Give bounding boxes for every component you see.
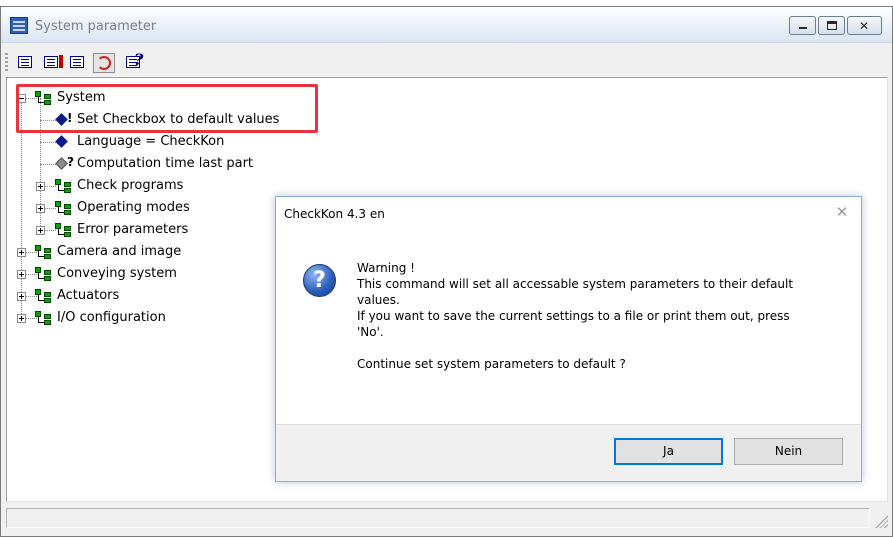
no-button[interactable]: Nein: [734, 438, 843, 465]
parameter-group-icon: [55, 223, 73, 237]
toolbar-grip[interactable]: [5, 53, 8, 71]
dialog-title: CheckKon 4.3 en: [284, 207, 385, 221]
tree-node-label: Computation time last part: [77, 156, 254, 171]
message-line: Warning !: [357, 261, 415, 275]
yes-button[interactable]: Ja: [614, 438, 723, 465]
message-line: This command will set all accessable sys…: [357, 277, 794, 291]
status-field: [6, 508, 870, 528]
dialog-body: ? Warning ! This command will set all ac…: [276, 227, 861, 424]
find-button[interactable]: [67, 53, 89, 73]
dialog-button-bar: Ja Nein: [276, 424, 861, 481]
tree-line: [40, 142, 56, 143]
tree-line: [40, 164, 56, 165]
tree-node-computation-time[interactable]: ? Computation time last part: [55, 154, 253, 174]
tree-node-operating-modes[interactable]: Operating modes: [55, 198, 190, 218]
tree-expand-toggle[interactable]: [36, 226, 45, 235]
tree-node-label: Camera and image: [57, 244, 182, 259]
parameter-value-icon: [55, 135, 73, 149]
tree-node-label: Operating modes: [77, 200, 190, 215]
expand-all-button[interactable]: [15, 53, 37, 73]
app-grid-icon: [10, 17, 28, 34]
tree-node-conveying-system[interactable]: Conveying system: [35, 264, 177, 284]
tree-expand-toggle[interactable]: [17, 270, 26, 279]
maximize-icon: [827, 21, 837, 30]
tree-node-error-parameters[interactable]: Error parameters: [55, 220, 188, 240]
minimize-icon: [799, 27, 807, 29]
reset-default-button[interactable]: [93, 53, 115, 73]
close-button[interactable]: ✕: [847, 16, 882, 35]
reset-default-icon: [97, 56, 111, 70]
tree-node-label: Actuators: [57, 288, 120, 303]
dialog-message: Warning ! This command will set all acce…: [357, 260, 837, 372]
find-icon: [70, 56, 84, 68]
caption-buttons: ✕: [789, 16, 882, 35]
message-line: values.: [357, 293, 400, 307]
tree-node-actuators[interactable]: Actuators: [35, 286, 119, 306]
parameter-group-icon: [35, 311, 53, 325]
tree-expand-toggle[interactable]: [17, 248, 26, 257]
highlight-annotation-box: [16, 84, 318, 133]
tree-node-io-configuration[interactable]: I/O configuration: [35, 308, 166, 328]
collapse-all-button[interactable]: [41, 53, 63, 73]
tree-expand-toggle[interactable]: [17, 314, 26, 323]
maximize-button[interactable]: [818, 16, 845, 35]
dialog-close-icon[interactable]: ✕: [831, 202, 853, 222]
parameter-group-icon: [55, 179, 73, 193]
close-icon: ✕: [859, 19, 870, 33]
tree-node-label: Language = CheckKon: [77, 134, 225, 149]
minimize-button[interactable]: [789, 16, 816, 35]
tree-node-label: Conveying system: [57, 266, 177, 281]
confirm-dialog: CheckKon 4.3 en ✕ ? Warning ! This comma…: [275, 196, 862, 482]
tree-expand-toggle[interactable]: [36, 182, 45, 191]
collapse-all-icon: [44, 56, 58, 68]
toolbar: ?: [1, 44, 892, 76]
message-line: 'No'.: [357, 325, 384, 339]
message-line: Continue set system parameters to defaul…: [357, 357, 626, 371]
parameter-readonly-icon: ?: [55, 155, 74, 171]
resize-grip-icon[interactable]: [874, 514, 888, 528]
tree-node-check-programs[interactable]: Check programs: [55, 176, 183, 196]
help-button[interactable]: ?: [123, 50, 145, 73]
tree-node-camera-image[interactable]: Camera and image: [35, 242, 181, 262]
expand-all-icon: [18, 56, 32, 68]
tree-expand-toggle[interactable]: [36, 204, 45, 213]
question-icon: ?: [303, 264, 336, 297]
tree-expand-toggle[interactable]: [17, 292, 26, 301]
parameter-group-icon: [35, 245, 53, 259]
parameter-group-icon: [35, 289, 53, 303]
parameter-group-icon: [55, 201, 73, 215]
parameter-group-icon: [35, 267, 53, 281]
tree-node-label: I/O configuration: [57, 310, 166, 325]
tree-node-label: Check programs: [77, 178, 184, 193]
tree-node-language[interactable]: Language = CheckKon: [55, 132, 224, 152]
status-bar: [6, 504, 888, 532]
tree-line: [21, 100, 22, 320]
tree-node-label: Error parameters: [77, 222, 189, 237]
title-bar[interactable]: System parameter ✕: [1, 7, 892, 43]
message-line: If you want to save the current settings…: [357, 309, 790, 323]
window-title: System parameter: [35, 19, 157, 34]
